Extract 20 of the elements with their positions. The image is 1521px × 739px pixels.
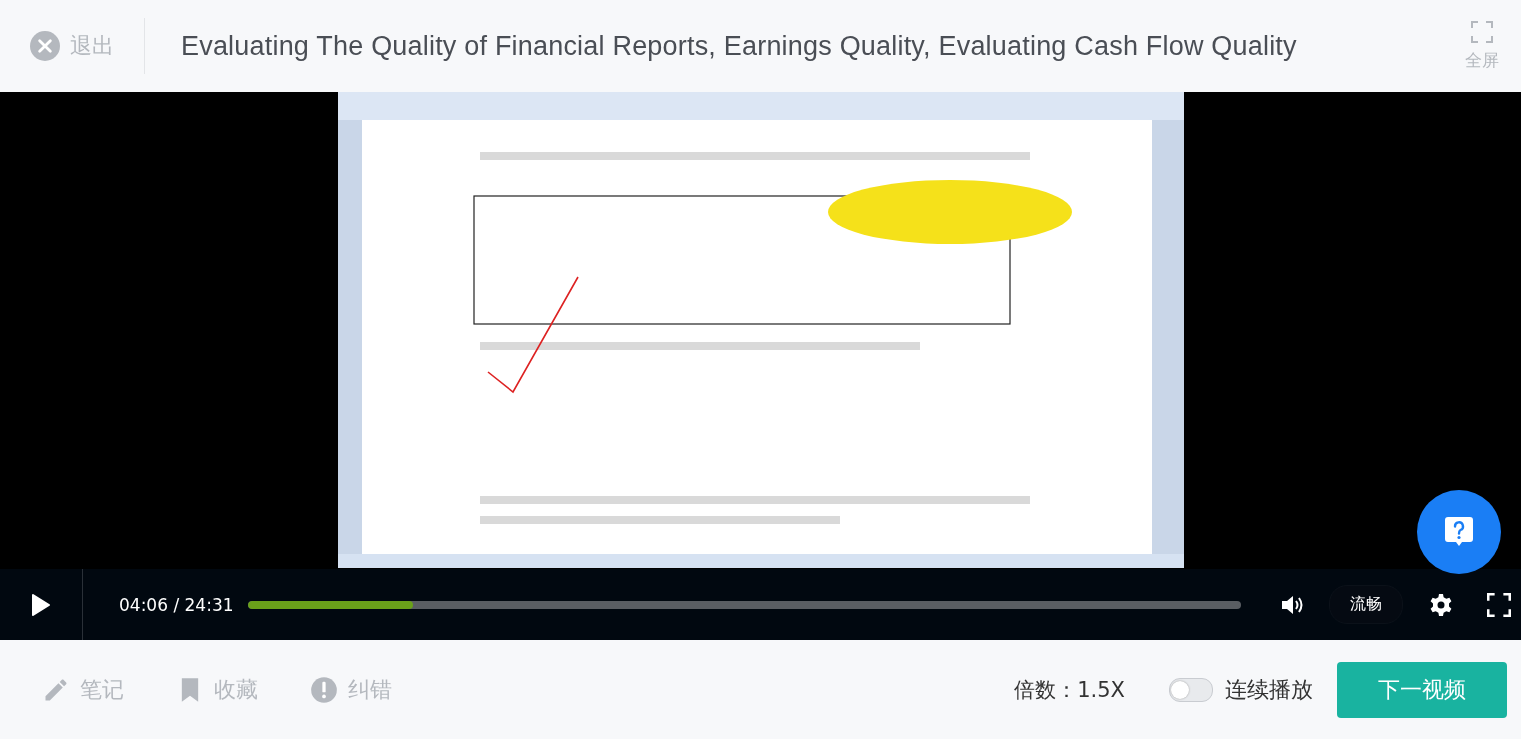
fullscreen-button[interactable]: 全屏: [1443, 20, 1521, 72]
quality-button[interactable]: 流畅: [1329, 585, 1403, 624]
play-icon: [31, 592, 51, 617]
action-button[interactable]: 收藏: [176, 674, 258, 705]
speed-label: 倍数：1.5X: [1014, 676, 1125, 704]
progress-track[interactable]: [247, 600, 1241, 609]
fullscreen-icon: [1471, 20, 1493, 43]
exit-button[interactable]: 退出: [30, 31, 114, 61]
autoplay-toggle[interactable]: 连续播放: [1169, 674, 1313, 705]
fullscreen-icon: [1487, 592, 1511, 617]
close-icon: [30, 31, 60, 61]
action-button[interactable]: 笔记: [42, 674, 124, 705]
playback-time: 04:06 / 24:31: [119, 594, 234, 615]
next-video-button[interactable]: 下一视频: [1337, 661, 1507, 718]
action-button[interactable]: 纠错: [310, 674, 392, 705]
toggle-switch[interactable]: [1169, 677, 1213, 702]
alert-icon: [310, 675, 338, 704]
settings-icon: [1429, 592, 1453, 617]
video-title: Evaluating The Quality of Financial Reports, Earnings Quality, Evaluating Cash Flow Quality: [181, 30, 1298, 62]
help-icon: [1445, 517, 1473, 547]
